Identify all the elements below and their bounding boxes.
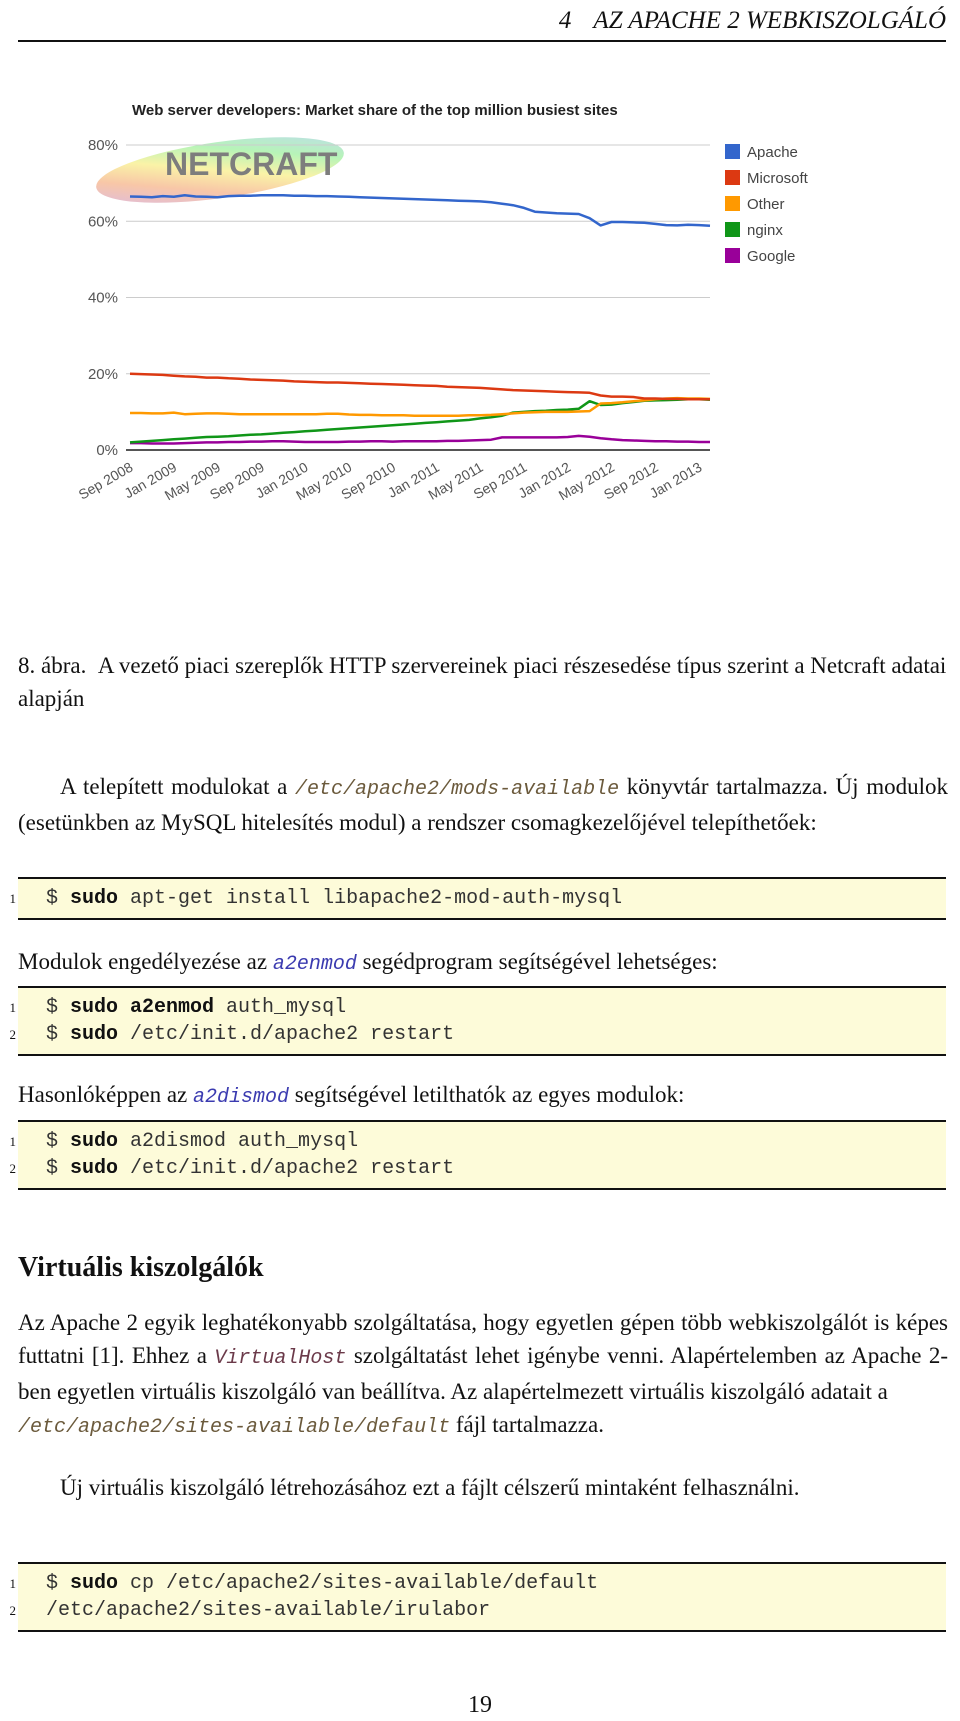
inline-code-a2dismod: a2dismod <box>193 1086 290 1109</box>
code-block-copy: 1 $ sudo cp /etc/apache2/sites-available/… <box>10 1562 946 1632</box>
text: fájl tartalmazza. <box>450 1412 604 1437</box>
code-block-disable: 1 $ sudo a2dismod auth_mysql 2 $ sudo /etc… <box>10 1120 946 1190</box>
legend-swatch-nginx <box>725 222 740 237</box>
page-number: 19 <box>468 1692 492 1718</box>
inline-code-default-path: /etc/apache2/sites-available/default <box>18 1416 451 1439</box>
series-line-microsoft <box>129 372 710 401</box>
figure-caption: 8. ábra. A vezető piaci szereplők HTTP s… <box>18 649 948 715</box>
code-text: a2dismod auth_mysql <box>118 1130 359 1153</box>
section-heading: Virtuális kiszolgálók <box>18 1252 264 1283</box>
line-number: 1 <box>9 1000 17 1015</box>
y-tick-label: 40% <box>88 290 118 307</box>
chapter-title: AZ APACHE 2 WEBKISZOLGÁLÓ <box>593 7 946 34</box>
keyword: sudo <box>70 1130 119 1153</box>
y-tick-label: 0% <box>96 442 118 459</box>
code-line: 2/etc/apache2/sites-available/irulabor <box>10 1597 946 1624</box>
legend-swatch-apache <box>725 144 740 159</box>
code-line: 1 $ sudo a2dismod auth_mysql <box>10 1128 946 1155</box>
line-number: 2 <box>9 1603 17 1618</box>
running-header: 4 AZ APACHE 2 WEBKISZOLGÁLÓ <box>18 4 946 42</box>
chart-title: Web server developers: Market share of t… <box>132 102 618 119</box>
keyword: sudo <box>70 1572 119 1595</box>
code-line: 2 $ sudo /etc/init.d/apache2 restart <box>10 1021 946 1048</box>
code-line: 2 $ sudo /etc/init.d/apache2 restart <box>10 1155 946 1182</box>
inline-code-a2enmod: a2enmod <box>272 953 357 976</box>
logo-text: NETCRAFT <box>165 146 338 182</box>
line-number: 1 <box>9 1134 17 1149</box>
legend-label-apache: Apache <box>747 144 798 161</box>
prompt: $ <box>46 1157 71 1180</box>
text: segítségével letilthatók az egyes modulo… <box>289 1082 685 1107</box>
code-text: /etc/init.d/apache2 restart <box>118 1023 455 1046</box>
code-block-enable: 1 $ sudo a2enmod auth_mysql 2 $ sudo /etc/… <box>10 986 946 1056</box>
prompt: $ <box>46 1130 71 1153</box>
line-number: 1 <box>9 891 17 906</box>
text: A telepített modulokat a <box>60 774 296 799</box>
line-number: 2 <box>9 1027 17 1042</box>
legend-label-microsoft: Microsoft <box>747 170 809 187</box>
text: Új virtuális kiszolgáló létrehozásához e… <box>60 1475 800 1500</box>
code-block-install: 1 $ sudo apt-get install libapache2-mod-a… <box>10 877 946 920</box>
prompt: $ <box>46 1572 71 1595</box>
keyword: sudo <box>70 1157 119 1180</box>
code-text: auth_mysql <box>214 996 347 1019</box>
paragraph-disable: Hasonlóképpen az a2dismod segítségével l… <box>18 1078 948 1114</box>
code-line: 1 $ sudo cp /etc/apache2/sites-available/… <box>10 1570 946 1597</box>
legend-swatch-google <box>725 248 740 263</box>
line-number: 1 <box>9 1576 17 1591</box>
text: Modulok engedélyezése az <box>18 949 273 974</box>
keyword: sudo a2enmod <box>70 996 215 1019</box>
line-number: 2 <box>9 1161 17 1176</box>
text: segédprogram segítségével lehetséges: <box>356 949 718 974</box>
code-line: 1 $ sudo a2enmod auth_mysql <box>10 994 946 1021</box>
market-share-figure: Web server developers: Market share of t… <box>70 95 930 575</box>
legend-swatch-microsoft <box>725 170 740 185</box>
code-text: /etc/init.d/apache2 restart <box>118 1157 455 1180</box>
code-text: apt-get install libapache2-mod-auth-mysq… <box>118 887 623 910</box>
caption-text: A vezető piaci szereplők HTTP szerverein… <box>18 653 947 711</box>
series-line-nginx <box>129 398 711 444</box>
prompt: $ <box>46 1023 71 1046</box>
legend-label-other: Other <box>747 196 785 213</box>
legend-swatch-other <box>725 196 740 211</box>
series-line-other <box>130 396 711 417</box>
paragraph-enable: Modulok engedélyezése az a2enmod segédpr… <box>18 945 948 981</box>
text: Hasonlóképpen az <box>18 1082 193 1107</box>
inline-code-virtualhost: VirtualHost <box>214 1347 347 1370</box>
code-line: 1 $ sudo apt-get install libapache2-mod-a… <box>10 885 946 912</box>
paragraph-virtualhost: Az Apache 2 egyik leghatékonyabb szolgál… <box>18 1306 948 1444</box>
legend-label-google: Google <box>747 248 795 265</box>
paragraph-modules: A telepített modulokat a /etc/apache2/mo… <box>18 770 948 839</box>
code-text: cp /etc/apache2/sites-available/default <box>118 1572 599 1595</box>
netcraft-logo: NETCRAFT <box>96 137 344 203</box>
market-share-chart: Web server developers: Market share of t… <box>76 102 809 503</box>
y-tick-label: 80% <box>88 137 118 154</box>
prompt: $ <box>46 996 71 1019</box>
y-tick-label: 60% <box>88 213 118 230</box>
paragraph-new-vhost: Új virtuális kiszolgáló létrehozásához e… <box>18 1471 948 1504</box>
y-tick-label: 20% <box>88 366 118 383</box>
caption-label: 8. ábra. <box>18 653 87 678</box>
chapter-number: 4 <box>558 7 572 34</box>
code-text: /etc/apache2/sites-available/irulabor <box>46 1599 491 1622</box>
keyword: sudo <box>70 887 119 910</box>
keyword: sudo <box>70 1023 119 1046</box>
prompt: $ <box>46 887 71 910</box>
inline-code-path: /etc/apache2/mods-available <box>295 778 620 801</box>
legend-label-nginx: nginx <box>747 222 783 239</box>
